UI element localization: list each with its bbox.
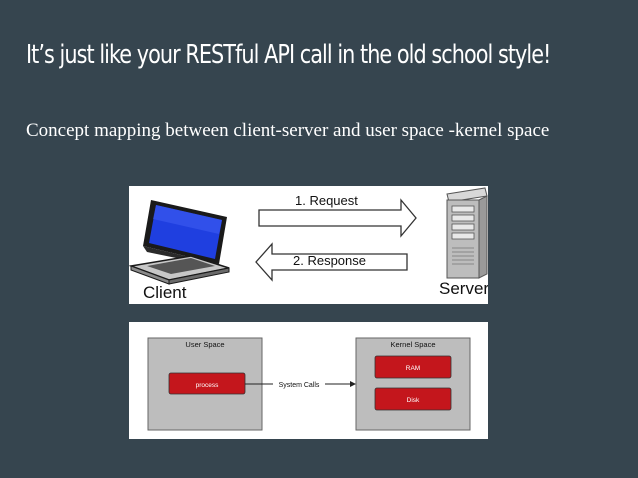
response-label: 2. Response — [293, 253, 366, 268]
request-label: 1. Request — [295, 193, 358, 208]
kernel-space-label: Kernel Space — [390, 340, 435, 349]
disk-label: Disk — [407, 397, 420, 404]
process-label: process — [196, 382, 220, 389]
client-label: Client — [143, 283, 187, 302]
kernel-space-box — [355, 337, 471, 431]
slide-title: It’s just like your RESTful API call in … — [26, 40, 551, 70]
server-icon — [446, 187, 488, 279]
laptop-icon — [129, 200, 230, 285]
user-space-label: User Space — [185, 340, 224, 349]
system-calls-label: System Calls — [279, 382, 320, 389]
ram-label: RAM — [406, 365, 420, 372]
slide-body-text: Concept mapping between client-server an… — [26, 120, 550, 141]
user-kernel-diagram: User Space Kernel Space process RAM Disk… — [129, 322, 488, 439]
client-server-diagram: Client 1. Request 2. Response Server — [129, 186, 488, 304]
server-label: Server — [439, 279, 488, 298]
